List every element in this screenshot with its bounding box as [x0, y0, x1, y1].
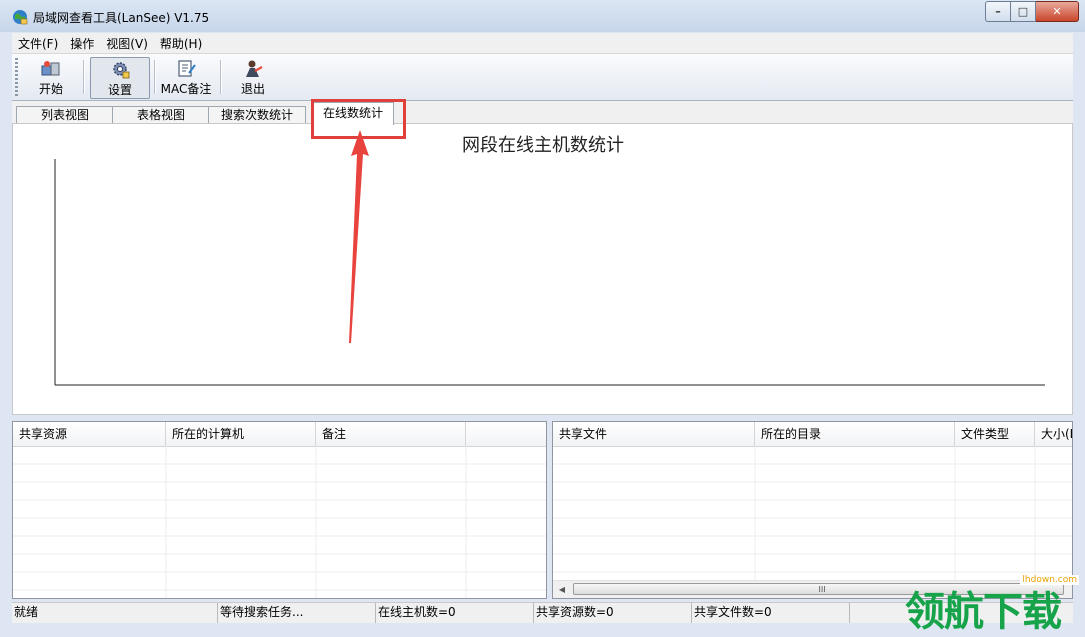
toolbar: 开始 设置 MAC备注 退出: [12, 54, 1073, 101]
column-header-empty[interactable]: [466, 422, 546, 446]
settings-button-label: 设置: [107, 83, 132, 97]
column-header-share[interactable]: 共享资源: [13, 422, 166, 446]
column-header-file[interactable]: 共享文件: [553, 422, 755, 446]
app-globe-icon: [13, 10, 28, 25]
status-ready: 就绪: [12, 603, 218, 623]
online-hosts-chart: 网段在线主机数统计: [12, 123, 1073, 415]
status-task: 等待搜索任务...: [218, 603, 376, 623]
exit-icon: [246, 60, 263, 77]
mac-note-icon: [178, 60, 196, 77]
chart-canvas: 网段在线主机数统计: [54, 135, 1045, 386]
exit-button-label: 退出: [240, 82, 265, 96]
tab-search-count[interactable]: 搜索次数统计: [208, 106, 306, 124]
maximize-button[interactable]: □: [1011, 1, 1036, 22]
shares-list-header: 共享资源 所在的计算机 备注: [13, 422, 546, 447]
shares-grid: [13, 446, 546, 598]
files-grid: [553, 446, 1072, 581]
scroll-left-arrow-icon[interactable]: ◀: [555, 583, 569, 596]
start-icon: [41, 61, 60, 76]
column-header-note[interactable]: 备注: [316, 422, 466, 446]
files-list[interactable]: 共享文件 所在的目录 文件类型 大小(K ◀ III: [552, 421, 1073, 599]
view-tabs: 列表视图 表格视图 搜索次数统计 在线数统计: [12, 101, 1073, 125]
status-shared-resources: 共享资源数=0: [534, 603, 692, 623]
menu-file[interactable]: 文件(F): [12, 35, 64, 52]
column-header-directory[interactable]: 所在的目录: [755, 422, 955, 446]
start-button-label: 开始: [38, 82, 63, 96]
status-online-hosts: 在线主机数=0: [376, 603, 534, 623]
site-watermark: lhdown.com 领航下载: [905, 575, 1085, 635]
menu-operate[interactable]: 操作: [64, 35, 100, 52]
settings-gear-icon: [113, 62, 130, 79]
tab-table-view[interactable]: 表格视图: [112, 106, 210, 124]
settings-button[interactable]: 设置: [90, 57, 150, 99]
column-header-type[interactable]: 文件类型: [955, 422, 1035, 446]
tab-list-view[interactable]: 列表视图: [16, 106, 114, 124]
mac-note-button-label: MAC备注: [160, 82, 212, 96]
menu-bar: 文件(F) 操作 视图(V) 帮助(H): [12, 33, 1073, 54]
red-arrow-icon: [349, 130, 369, 343]
files-list-header: 共享文件 所在的目录 文件类型 大小(K: [553, 422, 1072, 447]
close-button[interactable]: ✕: [1036, 1, 1079, 22]
toolbar-separator: [220, 60, 222, 94]
toolbar-grip[interactable]: [15, 58, 18, 96]
status-shared-files: 共享文件数=0: [692, 603, 850, 623]
mac-note-button[interactable]: MAC备注: [158, 57, 214, 97]
title-bar[interactable]: 局域网查看工具(LanSee) V1.75 – □ ✕: [0, 0, 1085, 32]
window-controls: – □ ✕: [985, 1, 1079, 22]
shares-list[interactable]: 共享资源 所在的计算机 备注: [12, 421, 547, 599]
column-header-size[interactable]: 大小(K: [1035, 422, 1072, 446]
scroll-grip: III: [818, 585, 826, 594]
menu-view[interactable]: 视图(V): [100, 35, 154, 52]
minimize-button[interactable]: –: [985, 1, 1011, 22]
toolbar-separator: [154, 60, 156, 94]
start-button[interactable]: 开始: [26, 57, 76, 97]
window-title: 局域网查看工具(LanSee) V1.75: [33, 11, 210, 25]
toolbar-separator: [83, 60, 85, 94]
chart-title: 网段在线主机数统计: [462, 135, 624, 156]
watermark-text: 领航下载: [905, 589, 1062, 635]
menu-help[interactable]: 帮助(H): [154, 35, 208, 52]
exit-button[interactable]: 退出: [230, 57, 276, 97]
column-header-computer[interactable]: 所在的计算机: [166, 422, 316, 446]
